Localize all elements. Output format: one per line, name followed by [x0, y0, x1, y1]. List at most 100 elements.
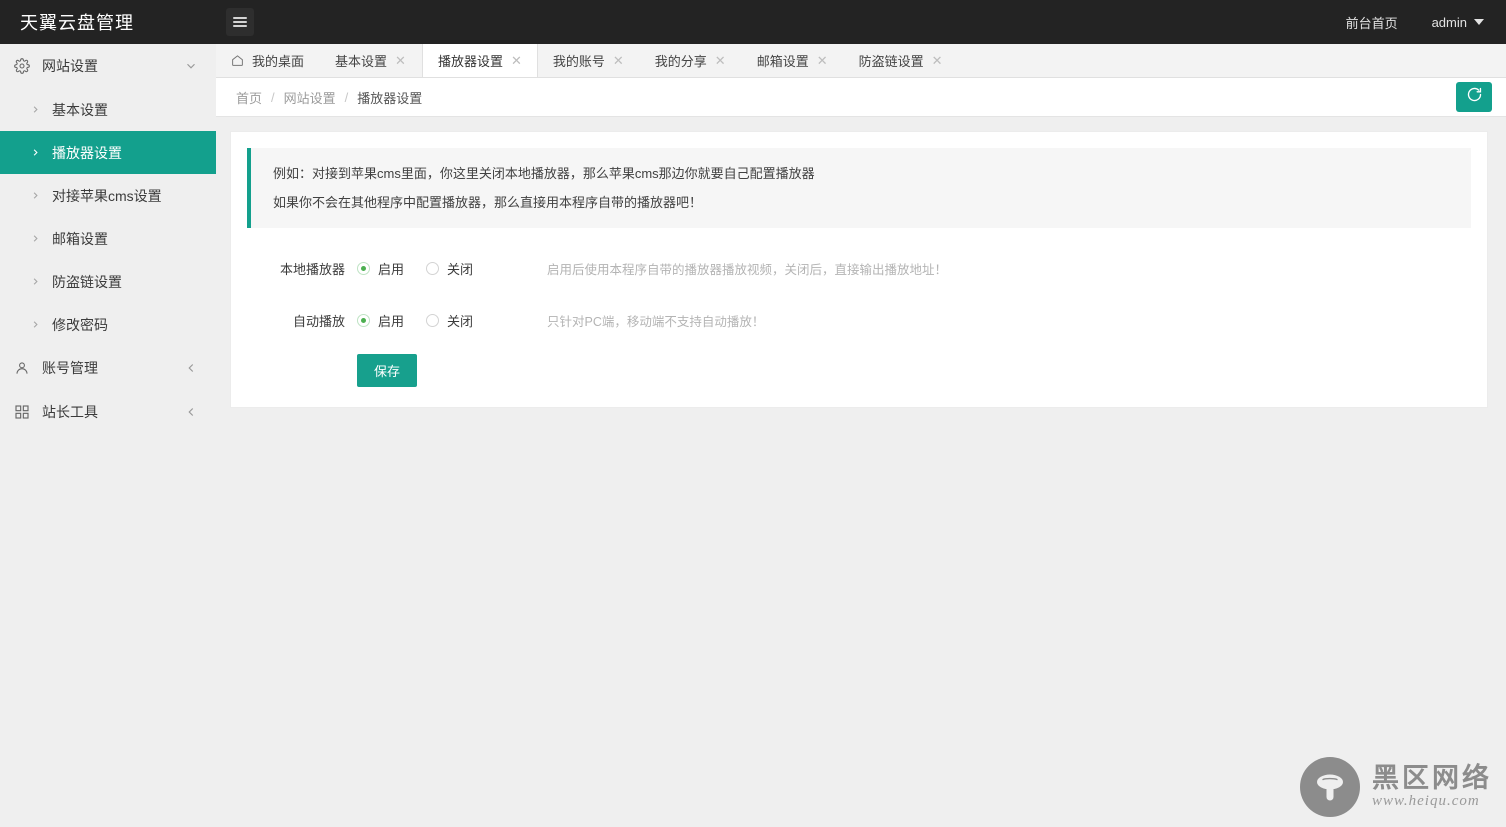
sidebar-item-maccms-settings[interactable]: 对接苹果cms设置 [0, 174, 216, 217]
tab-player-settings[interactable]: 播放器设置 ✕ [421, 44, 538, 77]
breadcrumb-item-website-settings[interactable]: 网站设置 [284, 88, 336, 107]
front-page-link[interactable]: 前台首页 [1346, 13, 1398, 32]
alert-line-1: 例如：对接到苹果cms里面，你这里关闭本地播放器，那么苹果cms那边你就要自己配… [273, 166, 815, 181]
sidebar-item-hotlink-settings[interactable]: 防盗链设置 [0, 260, 216, 303]
close-icon[interactable]: ✕ [932, 54, 943, 67]
tab-hotlink-settings[interactable]: 防盗链设置 ✕ [844, 44, 959, 77]
radio-label: 关闭 [447, 313, 474, 329]
radio-group-autoplay: 启用 关闭 [357, 311, 473, 330]
top-header-bar: 天翼云盘管理 前台首页 admin [0, 0, 1506, 44]
tab-label: 我的桌面 [252, 53, 305, 69]
tab-my-shares[interactable]: 我的分享 ✕ [640, 44, 742, 77]
radio-local-player-enable[interactable]: 启用 [357, 259, 404, 278]
radio-autoplay-enable[interactable]: 启用 [357, 311, 404, 330]
form-actions: 保存 [247, 346, 1471, 407]
chevron-right-icon [30, 233, 48, 244]
close-icon[interactable]: ✕ [817, 54, 828, 67]
chevron-down-icon [184, 59, 198, 73]
radio-dot-icon [357, 313, 370, 327]
radio-autoplay-disable[interactable]: 关闭 [426, 311, 473, 330]
sidebar-item-player-settings[interactable]: 播放器设置 [0, 131, 216, 174]
field-help-text: 只针对PC端，移动端不支持自动播放！ [547, 314, 765, 329]
field-label: 自动播放 [292, 313, 345, 329]
sidebar-item-email-settings[interactable]: 邮箱设置 [0, 217, 216, 260]
tab-label: 播放器设置 [437, 54, 503, 69]
sidebar-nav: 网站设置 基本设置 播放器设置 对接苹果cms设置 邮箱设置 防盗链设置 修改密… [0, 44, 216, 827]
chevron-right-icon [30, 276, 48, 287]
user-name-label: admin [1431, 14, 1467, 30]
tab-basic-settings[interactable]: 基本设置 ✕ [320, 44, 422, 77]
sidebar-group-website-settings[interactable]: 网站设置 [0, 44, 216, 88]
chevron-left-icon [184, 361, 198, 375]
chevron-left-icon [184, 405, 198, 419]
breadcrumb-item-current: 播放器设置 [357, 90, 423, 106]
field-label: 本地播放器 [279, 261, 345, 277]
sidebar-submenu-website-settings: 基本设置 播放器设置 对接苹果cms设置 邮箱设置 防盗链设置 修改密码 [0, 88, 216, 346]
radio-local-player-disable[interactable]: 关闭 [426, 259, 473, 278]
chevron-right-icon [30, 319, 48, 330]
sidebar-group-webmaster-tools[interactable]: 站长工具 [0, 390, 216, 434]
main-content-area: 例如：对接到苹果cms里面，你这里关闭本地播放器，那么苹果cms那边你就要自己配… [216, 117, 1506, 827]
form-row-local-player: 本地播放器 启用 关闭 启用后使用本程序自带的播放器播放视频，关闭后，直接输出播… [247, 242, 1471, 294]
sidebar-item-label: 对接苹果cms设置 [52, 187, 162, 204]
radio-label: 启用 [378, 313, 405, 329]
grid-icon [14, 404, 38, 420]
sidebar-group-label: 站长工具 [42, 404, 98, 420]
header-right-group: 前台首页 admin [1346, 0, 1506, 44]
close-icon[interactable]: ✕ [715, 54, 726, 67]
field-help-text: 启用后使用本程序自带的播放器播放视频，关闭后，直接输出播放地址！ [547, 262, 948, 277]
tab-label: 邮箱设置 [756, 53, 809, 69]
settings-card: 例如：对接到苹果cms里面，你这里关闭本地播放器，那么苹果cms那边你就要自己配… [230, 131, 1488, 408]
close-icon[interactable]: ✕ [395, 54, 406, 67]
radio-dot-icon [426, 313, 440, 327]
chevron-right-icon [30, 104, 48, 115]
refresh-icon [1466, 86, 1483, 108]
radio-group-local-player: 启用 关闭 [357, 259, 473, 278]
tab-email-settings[interactable]: 邮箱设置 ✕ [742, 44, 844, 77]
refresh-button[interactable] [1456, 82, 1492, 112]
tab-label: 我的分享 [654, 53, 707, 69]
user-icon [14, 360, 38, 376]
chevron-right-icon [30, 190, 48, 201]
breadcrumb-item-home[interactable]: 首页 [236, 88, 262, 107]
breadcrumb-separator: / [271, 89, 275, 105]
radio-dot-icon [426, 261, 440, 275]
sidebar-item-change-password[interactable]: 修改密码 [0, 303, 216, 346]
tab-label: 我的账号 [552, 53, 605, 69]
tab-label: 基本设置 [335, 53, 388, 69]
sidebar-group-label: 网站设置 [42, 58, 98, 74]
home-icon [231, 54, 244, 67]
sidebar-item-label: 修改密码 [52, 316, 108, 333]
radio-label: 关闭 [447, 261, 474, 277]
sidebar-item-label: 基本设置 [52, 101, 108, 118]
close-icon[interactable]: ✕ [511, 54, 522, 67]
hamburger-icon[interactable] [226, 8, 254, 36]
gear-icon [14, 58, 38, 74]
hamburger-bars [233, 15, 247, 29]
save-button[interactable]: 保存 [357, 354, 418, 387]
tab-label: 防盗链设置 [858, 53, 924, 69]
close-icon[interactable]: ✕ [613, 54, 624, 67]
sidebar-item-label: 邮箱设置 [52, 230, 108, 247]
sidebar-group-account-management[interactable]: 账号管理 [0, 346, 216, 390]
tab-bar: 我的桌面 基本设置 ✕ 播放器设置 ✕ 我的账号 ✕ 我的分享 ✕ 邮箱设置 ✕… [216, 44, 1506, 78]
chevron-right-icon [30, 147, 48, 158]
info-alert: 例如：对接到苹果cms里面，你这里关闭本地播放器，那么苹果cms那边你就要自己配… [247, 148, 1471, 228]
tab-my-account[interactable]: 我的账号 ✕ [538, 44, 640, 77]
radio-label: 启用 [378, 261, 405, 277]
user-menu[interactable]: admin [1432, 15, 1484, 30]
sidebar-item-basic-settings[interactable]: 基本设置 [0, 88, 216, 131]
radio-dot-icon [357, 261, 370, 275]
form-row-autoplay: 自动播放 启用 关闭 只针对PC端，移动端不支持自动播放！ [247, 294, 1471, 346]
app-brand-title: 天翼云盘管理 [0, 0, 216, 44]
sidebar-collapsed-groups: 账号管理 站长工具 [0, 346, 216, 434]
breadcrumb: 首页 / 网站设置 / 播放器设置 [236, 88, 422, 107]
breadcrumb-bar: 首页 / 网站设置 / 播放器设置 [216, 78, 1506, 117]
app-root: 天翼云盘管理 前台首页 admin 网站设置 基本设置 播放器设置 对接苹果cm… [0, 0, 1506, 827]
breadcrumb-separator: / [344, 89, 349, 105]
tab-my-desktop[interactable]: 我的桌面 [216, 44, 320, 77]
sidebar-group-label: 账号管理 [42, 360, 98, 376]
chevron-down-icon [1474, 19, 1484, 25]
alert-line-2: 如果你不会在其他程序中配置播放器，那么直接用本程序自带的播放器吧！ [273, 194, 703, 210]
sidebar-item-label: 播放器设置 [52, 144, 122, 161]
